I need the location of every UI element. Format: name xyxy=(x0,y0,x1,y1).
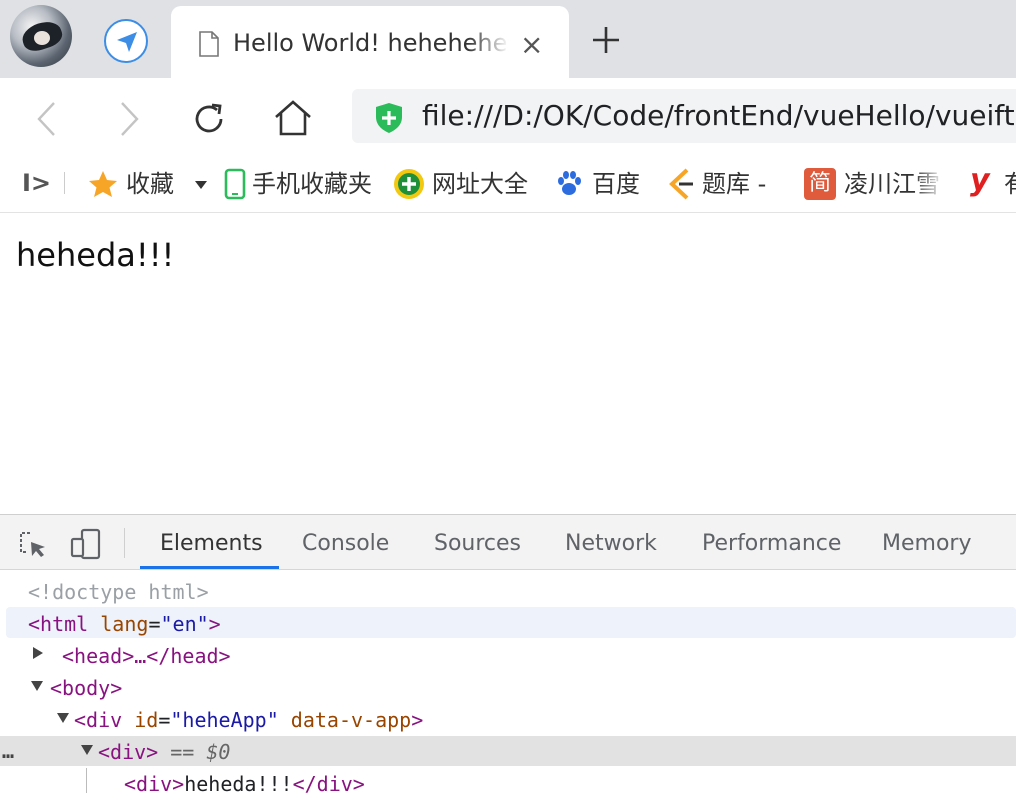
phone-icon xyxy=(224,168,246,200)
reload-button[interactable] xyxy=(190,100,228,138)
chevron-down-icon[interactable] xyxy=(194,180,208,190)
tab-console[interactable]: Console xyxy=(302,530,389,558)
tree-guide-line xyxy=(86,768,87,793)
dom-doctype[interactable]: <!doctype html> xyxy=(28,576,209,608)
bookmark-mobile-favorites[interactable]: 手机收藏夹 xyxy=(252,169,372,199)
tab-network[interactable]: Network xyxy=(565,530,657,558)
dom-row-html[interactable]: <html lang="en"> xyxy=(28,608,221,640)
bookmark-partial[interactable]: 有 xyxy=(1004,169,1016,199)
bookmark-question-bank[interactable]: 题库 - xyxy=(702,169,766,199)
dom-row-inner-div[interactable]: <div>heheda!!!</div> xyxy=(124,768,365,800)
close-tab-button[interactable]: × xyxy=(520,30,543,60)
sidebar-toggle-icon[interactable]: I> xyxy=(22,168,51,198)
device-toolbar-icon[interactable] xyxy=(70,528,102,560)
tab-sources[interactable]: Sources xyxy=(434,530,521,558)
library-icon xyxy=(669,168,693,200)
more-options-icon[interactable]: … xyxy=(2,735,14,767)
divider xyxy=(64,172,65,194)
collapse-arrow-icon[interactable] xyxy=(56,712,70,724)
home-button[interactable] xyxy=(272,98,314,138)
forward-button[interactable] xyxy=(116,100,142,138)
bookmark-favorites[interactable]: 收藏 xyxy=(126,169,174,199)
dom-row-heheapp-div[interactable]: <div id="heheApp" data-v-app> xyxy=(74,704,423,736)
bookmark-baidu[interactable]: 百度 xyxy=(592,169,640,199)
jian-icon: 简 xyxy=(804,168,836,200)
url-text[interactable]: file:///D:/OK/Code/frontEnd/vueHello/vue… xyxy=(422,99,1015,133)
page-content-text: heheda!!! xyxy=(16,236,175,274)
navigation-extension-icon[interactable] xyxy=(104,19,148,63)
shield-icon[interactable] xyxy=(374,102,404,134)
dom-row-selected-div[interactable]: <div> == $0 xyxy=(98,736,230,768)
tab-memory[interactable]: Memory xyxy=(882,530,971,558)
tab-performance[interactable]: Performance xyxy=(702,530,841,558)
bookmark-lingchuan[interactable]: 凌川江雪 xyxy=(844,169,944,199)
plus-circle-icon xyxy=(394,169,424,199)
dom-row-head[interactable]: <head>…</head> xyxy=(62,640,231,672)
avatar[interactable] xyxy=(10,5,72,67)
dom-row-body[interactable]: <body> xyxy=(50,672,122,704)
bookmark-url-directory[interactable]: 网址大全 xyxy=(432,169,528,199)
paw-icon xyxy=(558,171,581,195)
collapse-arrow-icon[interactable] xyxy=(80,744,94,756)
expand-arrow-icon[interactable] xyxy=(32,646,44,660)
collapse-arrow-icon[interactable] xyxy=(30,680,44,692)
active-tab-indicator xyxy=(140,566,279,569)
star-icon xyxy=(89,171,117,197)
divider xyxy=(124,528,125,558)
tab-title: Hello World! hehehehehe xyxy=(233,29,509,57)
new-tab-button[interactable] xyxy=(590,24,622,56)
tab-elements[interactable]: Elements xyxy=(160,530,263,558)
back-button[interactable] xyxy=(34,100,60,138)
y-logo-icon: y xyxy=(970,163,990,198)
inspect-element-icon[interactable] xyxy=(18,530,48,560)
document-icon xyxy=(199,31,219,57)
